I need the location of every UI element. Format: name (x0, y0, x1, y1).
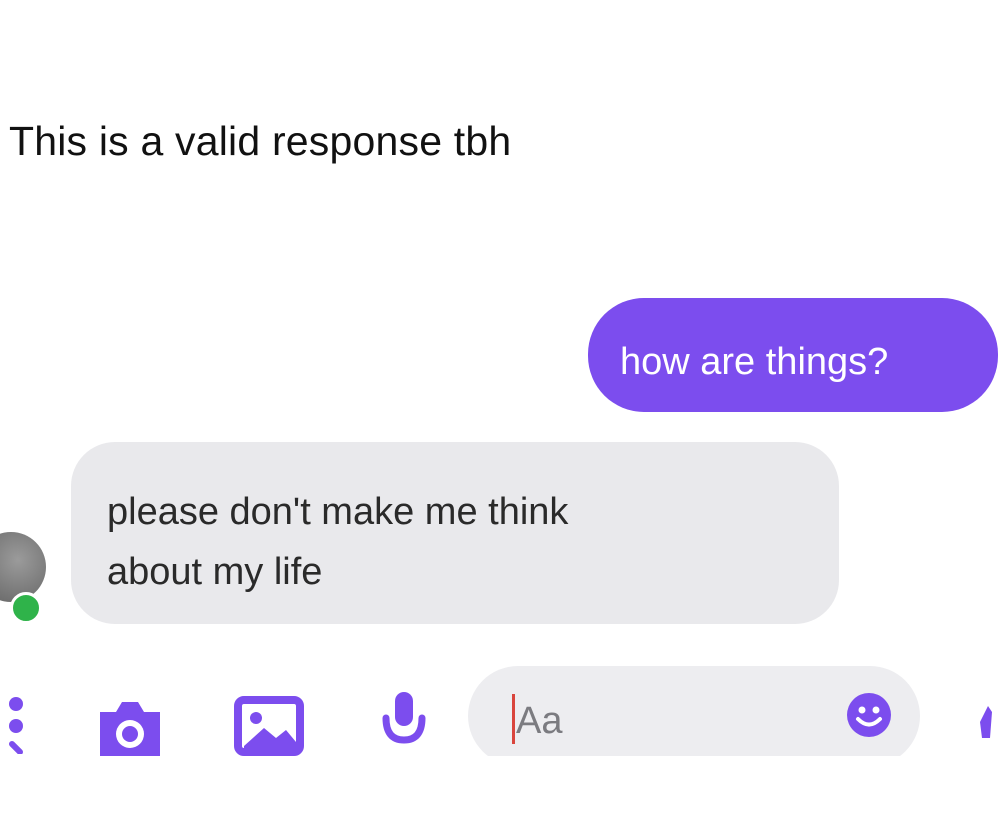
emoji-icon[interactable] (846, 692, 892, 743)
more-icon[interactable] (8, 690, 32, 756)
online-status-indicator (10, 592, 42, 624)
chat-screenshot: how are things? please don't make me thi… (0, 270, 1000, 756)
image-icon[interactable] (234, 694, 304, 756)
outgoing-message-bubble[interactable]: how are things? (588, 298, 998, 412)
incoming-message-line: about my life (107, 551, 323, 593)
camera-icon[interactable] (94, 694, 166, 756)
outgoing-message-text: how are things? (620, 341, 889, 383)
message-input[interactable]: Aa (468, 666, 920, 756)
mic-icon[interactable] (378, 688, 430, 756)
message-input-placeholder: Aa (516, 700, 563, 742)
incoming-message-line: please don't make me think (107, 491, 569, 533)
incoming-message-bubble[interactable]: please don't make me think about my life (71, 442, 839, 624)
like-icon[interactable] (974, 702, 996, 747)
post-caption: This is a valid response tbh (9, 118, 512, 164)
text-caret (512, 694, 515, 744)
